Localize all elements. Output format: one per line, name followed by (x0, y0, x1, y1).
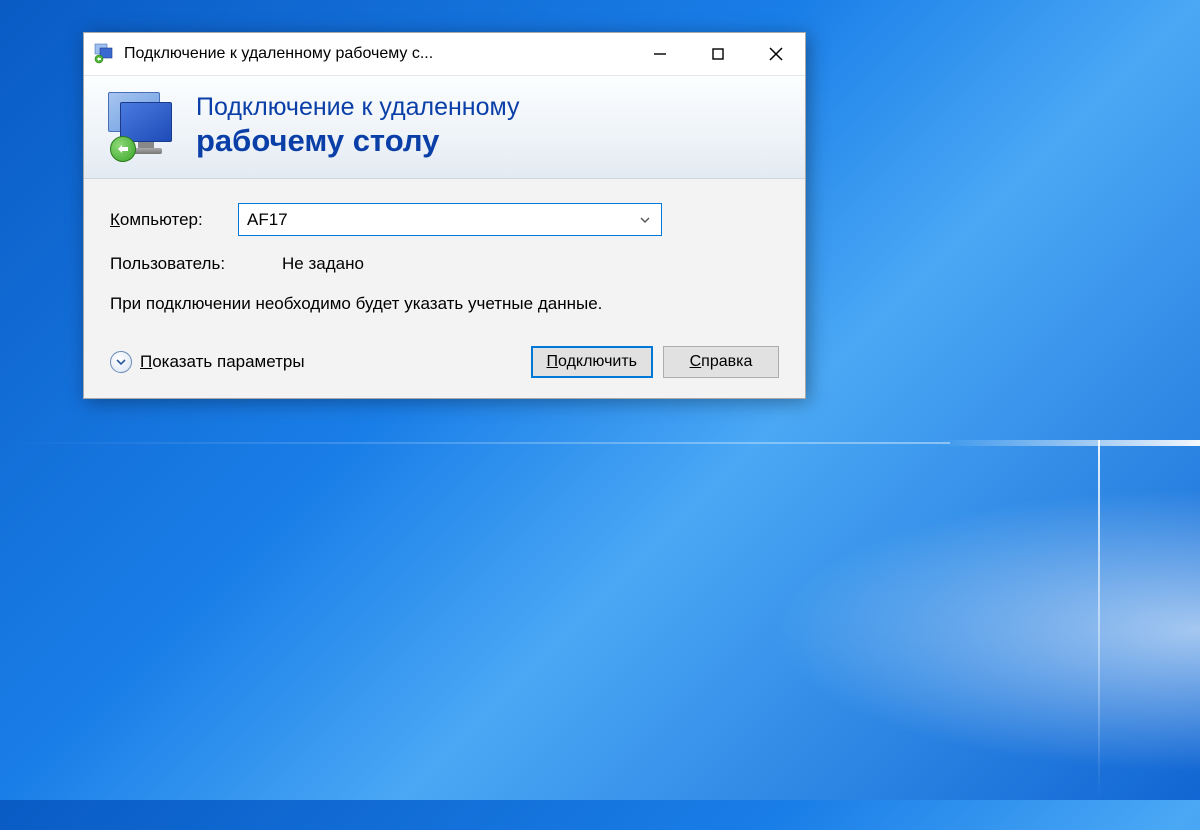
computer-label: Компьютер: (110, 210, 238, 230)
help-button[interactable]: Справка (663, 346, 779, 378)
connect-button[interactable]: Подключить (531, 346, 653, 378)
user-label: Пользователь: (110, 254, 282, 274)
window-title: Подключение к удаленному рабочему с... (124, 45, 631, 63)
user-value: Не задано (282, 254, 364, 274)
close-button[interactable] (747, 33, 805, 75)
rdp-window: Подключение к удаленному рабочему с... П… (83, 32, 806, 399)
titlebar[interactable]: Подключение к удаленному рабочему с... (84, 33, 805, 75)
chevron-down-icon[interactable] (637, 214, 653, 226)
header-line2: рабочему столу (196, 122, 520, 159)
app-icon-small (94, 43, 116, 65)
minimize-button[interactable] (631, 33, 689, 75)
computer-combo[interactable] (238, 203, 662, 236)
credentials-info: При подключении необходимо будет указать… (110, 292, 630, 316)
show-options-label: Показать параметры (140, 352, 305, 372)
computer-input[interactable] (247, 210, 637, 230)
show-options-toggle[interactable]: Показать параметры (110, 351, 521, 373)
maximize-button[interactable] (689, 33, 747, 75)
header-panel: Подключение к удаленному рабочему столу (84, 75, 805, 179)
chevron-down-circle-icon (110, 351, 132, 373)
body-panel: Компьютер: Пользователь: Не задано При п… (84, 179, 805, 398)
rdp-icon (106, 90, 178, 162)
header-line1: Подключение к удаленному (196, 92, 520, 122)
